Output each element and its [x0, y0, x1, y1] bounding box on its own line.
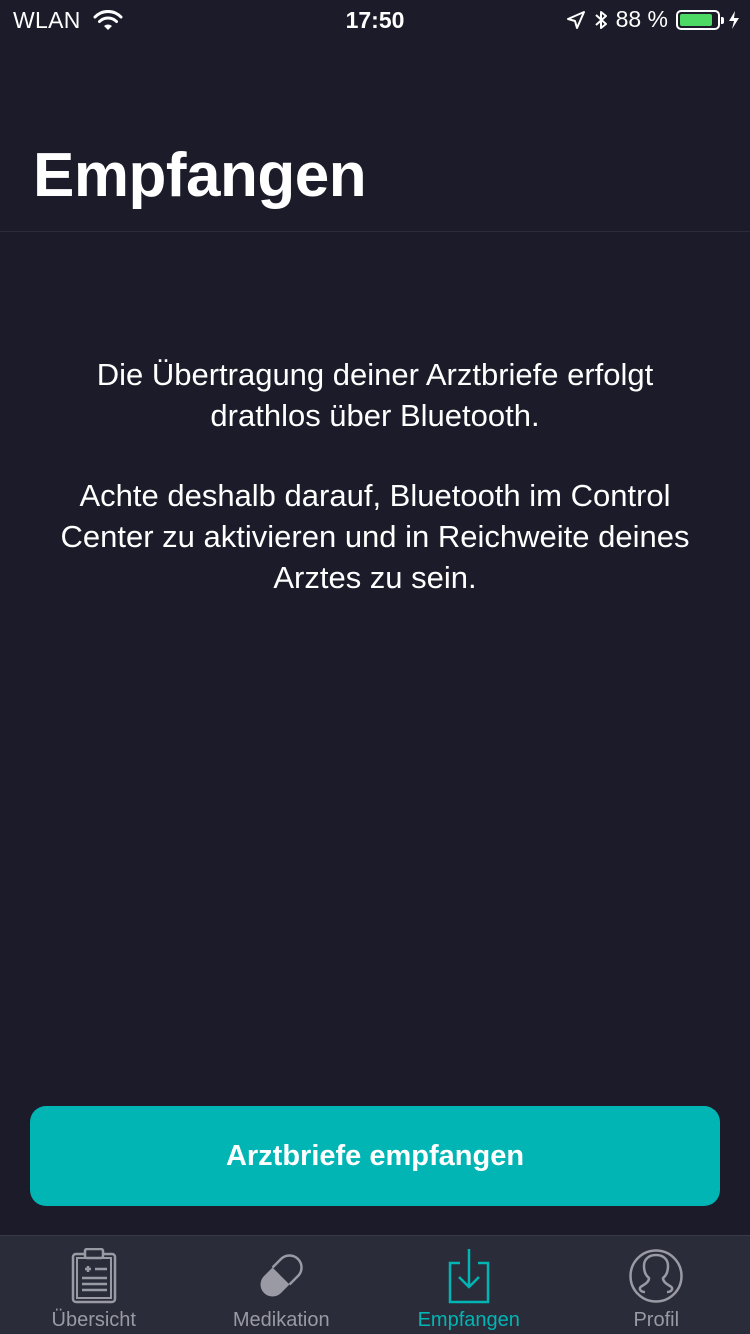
tab-label: Profil	[633, 1309, 680, 1331]
battery-icon	[676, 9, 724, 30]
status-bar: WLAN 17:50 88 %	[0, 0, 750, 40]
tab-profil[interactable]: Profil	[563, 1236, 750, 1334]
info-text-transfer: Die Übertragung deiner Arztbriefe erfolg…	[96, 357, 654, 433]
receive-letters-button[interactable]: Arztbriefe empfangen	[30, 1106, 720, 1206]
header-divider	[0, 231, 750, 232]
download-icon	[439, 1246, 499, 1306]
profile-icon	[626, 1246, 686, 1306]
tab-bar: Übersicht Medikation Empfangen Profil	[0, 1235, 750, 1334]
pill-icon	[251, 1246, 311, 1306]
bluetooth-icon	[594, 10, 607, 29]
info-text-instructions: Achte deshalb darauf, Bluetooth im Contr…	[60, 478, 690, 595]
tab-empfangen[interactable]: Empfangen	[375, 1236, 563, 1334]
tab-label: Übersicht	[51, 1309, 136, 1331]
location-arrow-icon	[566, 10, 585, 29]
battery-fill	[680, 13, 712, 26]
tab-uebersicht[interactable]: Übersicht	[0, 1236, 188, 1334]
tab-medikation[interactable]: Medikation	[188, 1236, 376, 1334]
tab-label: Medikation	[232, 1309, 330, 1331]
tab-label: Empfangen	[417, 1309, 520, 1331]
page-title: Empfangen	[33, 141, 367, 210]
battery-percentage: 88 %	[615, 6, 668, 32]
clipboard-icon	[64, 1246, 124, 1306]
charging-bolt-icon	[729, 10, 739, 29]
status-right: 88 %	[558, 6, 740, 33]
